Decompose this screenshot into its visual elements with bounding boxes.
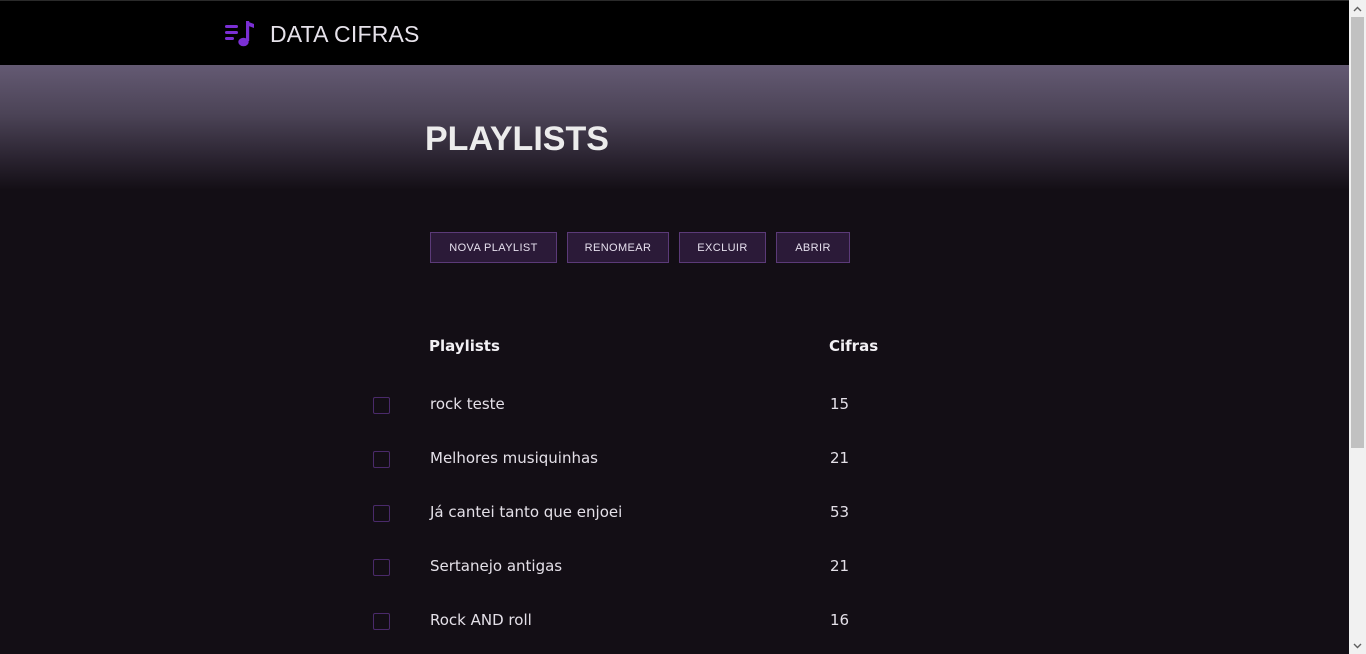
scroll-down-arrow-icon[interactable] <box>1349 637 1366 654</box>
rename-button[interactable]: RENOMEAR <box>567 232 669 263</box>
open-button[interactable]: ABRIR <box>776 232 850 263</box>
scrollbar-thumb[interactable] <box>1351 17 1364 448</box>
delete-button[interactable]: EXCLUIR <box>679 232 766 263</box>
table-row: Sertanejo antigas 21 <box>0 553 1349 583</box>
cifras-count: 53 <box>830 503 850 521</box>
top-navbar: DATA CIFRAS <box>0 0 1349 65</box>
cifras-count: 21 <box>830 449 850 467</box>
cifras-count: 16 <box>830 611 850 629</box>
table-row: rock teste 15 <box>0 391 1349 421</box>
hero-banner <box>0 65 1349 190</box>
table-row: Melhores musiquinhas 21 <box>0 445 1349 475</box>
brand-title[interactable]: DATA CIFRAS <box>270 21 420 48</box>
column-header-playlists: Playlists <box>429 337 500 355</box>
row-checkbox[interactable] <box>373 397 390 414</box>
vertical-scrollbar[interactable] <box>1349 0 1366 654</box>
row-checkbox[interactable] <box>373 559 390 576</box>
cifras-count: 21 <box>830 557 850 575</box>
playlist-name: Melhores musiquinhas <box>430 449 598 467</box>
row-checkbox[interactable] <box>373 613 390 630</box>
table-row: Já cantei tanto que enjoei 53 <box>0 499 1349 529</box>
playlist-name: Sertanejo antigas <box>430 557 563 575</box>
column-header-cifras: Cifras <box>829 337 879 355</box>
row-checkbox[interactable] <box>373 505 390 522</box>
table-row: Rock AND roll 16 <box>0 607 1349 637</box>
new-playlist-button[interactable]: NOVA PLAYLIST <box>430 232 557 263</box>
playlist-music-icon[interactable] <box>224 19 256 49</box>
scroll-up-arrow-icon[interactable] <box>1349 0 1366 17</box>
playlist-name: rock teste <box>430 395 505 413</box>
row-checkbox[interactable] <box>373 451 390 468</box>
cifras-count: 15 <box>830 395 850 413</box>
playlist-name: Rock AND roll <box>430 611 532 629</box>
playlist-name: Já cantei tanto que enjoei <box>430 503 623 521</box>
page-title: PLAYLISTS <box>425 120 609 158</box>
